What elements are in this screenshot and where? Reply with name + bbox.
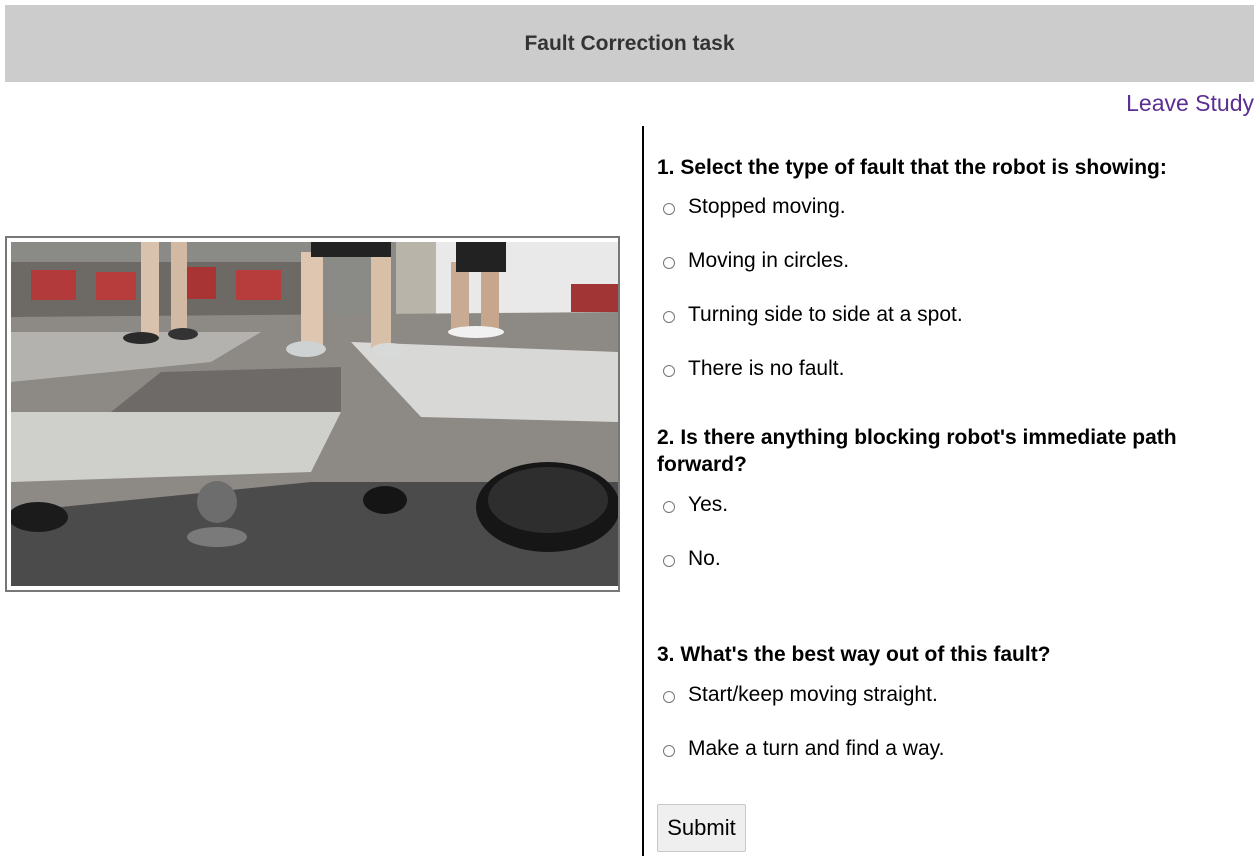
radio-icon[interactable] xyxy=(663,257,675,269)
q1-option-moving-in-circles[interactable]: Moving in circles. xyxy=(663,249,849,273)
radio-icon[interactable] xyxy=(663,311,675,323)
radio-icon[interactable] xyxy=(663,365,675,377)
option-label: Make a turn and find a way. xyxy=(688,737,945,760)
q2-option-no[interactable]: No. xyxy=(663,547,721,571)
option-label: No. xyxy=(688,547,721,570)
option-label: Yes. xyxy=(688,493,729,516)
page-title: Fault Correction task xyxy=(524,31,735,55)
q1-option-no-fault[interactable]: There is no fault. xyxy=(663,357,844,381)
leave-study-link[interactable]: Leave Study xyxy=(1126,90,1254,117)
question-3-title: 3. What's the best way out of this fault… xyxy=(657,643,1051,666)
option-label: Moving in circles. xyxy=(688,249,850,272)
video-frame-image xyxy=(11,242,618,586)
option-label: Turning side to side at a spot. xyxy=(688,303,963,326)
option-label: There is no fault. xyxy=(688,357,845,380)
radio-icon[interactable] xyxy=(663,501,675,513)
column-divider xyxy=(642,126,644,856)
question-1-title: 1. Select the type of fault that the rob… xyxy=(657,156,1167,179)
radio-icon[interactable] xyxy=(663,203,675,215)
radio-icon[interactable] xyxy=(663,691,675,703)
option-label: Start/keep moving straight. xyxy=(688,683,938,706)
q2-option-yes[interactable]: Yes. xyxy=(663,493,728,517)
submit-button[interactable]: Submit xyxy=(657,804,746,852)
radio-icon[interactable] xyxy=(663,745,675,757)
q1-option-stopped-moving[interactable]: Stopped moving. xyxy=(663,195,846,219)
q3-option-keep-moving-straight[interactable]: Start/keep moving straight. xyxy=(663,683,938,707)
video-player[interactable] xyxy=(5,236,620,592)
q3-option-make-a-turn[interactable]: Make a turn and find a way. xyxy=(663,737,944,761)
page-header: Fault Correction task xyxy=(5,5,1254,82)
radio-icon[interactable] xyxy=(663,555,675,567)
robot-camera-scene xyxy=(11,242,618,586)
option-label: Stopped moving. xyxy=(688,195,846,218)
q1-option-turning-side-to-side[interactable]: Turning side to side at a spot. xyxy=(663,303,963,327)
question-2-title: 2. Is there anything blocking robot's im… xyxy=(657,426,1177,476)
